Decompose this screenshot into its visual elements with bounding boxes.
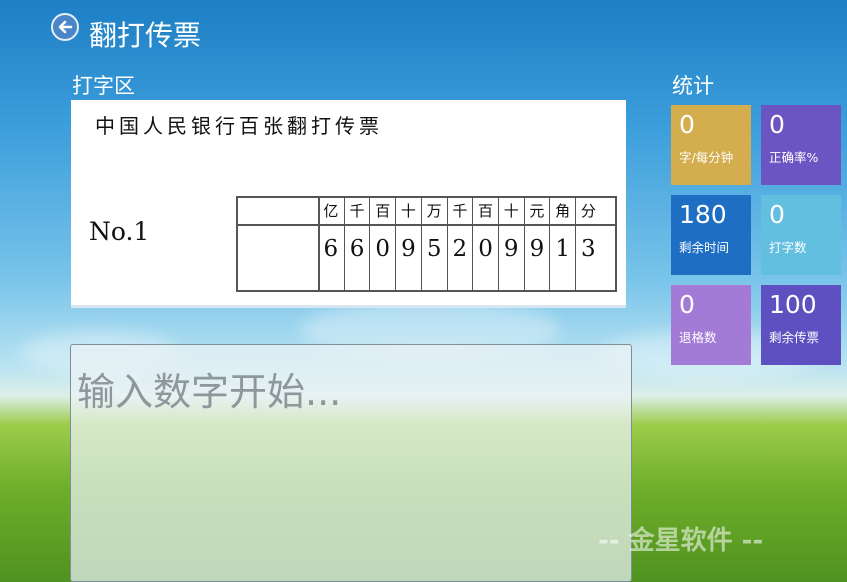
back-button[interactable]	[51, 13, 79, 41]
amount-digit: 0	[375, 236, 391, 262]
amount-unit-label: 千	[452, 202, 468, 220]
back-arrow-icon	[58, 20, 73, 34]
stat-value: 0	[679, 290, 695, 319]
amount-digit: 5	[426, 236, 442, 262]
page-title: 翻打传票	[89, 19, 202, 52]
stat-value: 0	[769, 110, 785, 139]
ticket-card: 中国人民银行百张翻打传票 No.1 亿6千6百0十9万5千2百0十9元9角1分3	[71, 100, 626, 308]
amount-unit-label: 元	[529, 202, 545, 220]
amount-cell: 十9	[395, 198, 421, 290]
stats-label: 统计	[672, 74, 714, 98]
stat-tile: 100 剩余传票	[761, 285, 841, 365]
stat-label: 剩余传票	[769, 330, 820, 345]
amount-unit-label: 十	[400, 202, 416, 220]
ticket-number: No.1	[89, 217, 150, 246]
amount-cell: 分3	[575, 198, 601, 290]
amount-digit: 9	[503, 236, 519, 262]
stat-value: 0	[769, 200, 785, 229]
brand-watermark: -- 金星软件 --	[598, 526, 764, 556]
amount-cell: 十9	[497, 198, 524, 290]
amount-unit-label: 万	[426, 202, 442, 220]
stat-value: 180	[679, 200, 727, 229]
stat-value: 0	[679, 110, 695, 139]
amount-digit: 2	[452, 236, 468, 262]
amount-digit: 9	[401, 236, 416, 262]
amount-cell: 万5	[420, 198, 447, 290]
amount-cell: 千6	[343, 198, 370, 290]
grid-blank-column	[238, 198, 320, 290]
amount-unit-label: 百	[478, 202, 494, 220]
amount-cell: 亿6	[318, 198, 344, 290]
grid-divider	[238, 224, 615, 226]
stat-value: 100	[769, 290, 817, 319]
amount-cell: 千2	[446, 198, 473, 290]
amount-unit-label: 亿	[323, 202, 339, 220]
stat-tile: 0 字/每分钟	[671, 105, 751, 185]
amount-cell: 百0	[472, 198, 498, 290]
stat-label: 字/每分钟	[679, 150, 734, 165]
stat-tile: 0 正确率%	[761, 105, 841, 185]
stat-label: 打字数	[769, 240, 807, 255]
typing-input[interactable]	[70, 344, 632, 582]
amount-digit: 6	[349, 236, 365, 262]
amount-cell: 角1	[549, 198, 575, 290]
amount-digit: 9	[529, 236, 545, 262]
amount-unit-label: 百	[375, 202, 391, 220]
stat-label: 剩余时间	[679, 240, 730, 255]
stat-tile: 0 退格数	[671, 285, 751, 365]
amount-unit-label: 分	[580, 202, 596, 220]
stat-tile: 180 剩余时间	[671, 195, 751, 275]
ticket-heading: 中国人民银行百张翻打传票	[95, 114, 383, 138]
stat-label: 退格数	[679, 330, 717, 345]
amount-digit: 0	[478, 236, 493, 262]
amount-grid: 亿6千6百0十9万5千2百0十9元9角1分3	[236, 196, 617, 292]
amount-cell: 百0	[369, 198, 395, 290]
stat-tile: 0 打字数	[761, 195, 841, 275]
amount-unit-label: 千	[349, 202, 365, 220]
amount-digit: 1	[555, 236, 570, 262]
amount-unit-label: 角	[555, 202, 571, 220]
typing-area-label: 打字区	[72, 74, 135, 98]
stat-label: 正确率%	[769, 150, 819, 165]
amount-cell: 元9	[523, 198, 550, 290]
amount-unit-label: 十	[503, 202, 519, 220]
amount-digit: 3	[581, 236, 596, 262]
amount-digit: 6	[323, 236, 339, 262]
